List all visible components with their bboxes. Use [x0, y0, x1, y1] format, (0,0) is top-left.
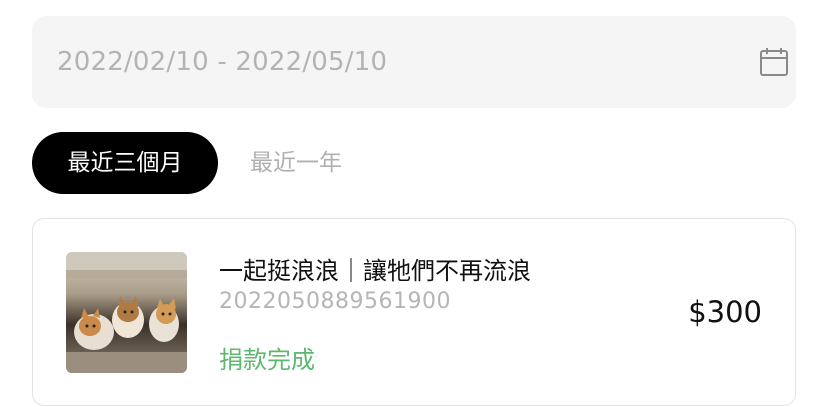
- donation-card[interactable]: 一起挺浪浪｜讓牠們不再流浪 2022050889561900 捐款完成 $300: [32, 218, 796, 406]
- calendar-icon[interactable]: [758, 46, 790, 78]
- tab-last-year[interactable]: 最近一年: [250, 132, 342, 194]
- tab-last-three-months[interactable]: 最近三個月: [32, 132, 218, 194]
- date-range-field[interactable]: 2022/02/10 - 2022/05/10: [32, 16, 796, 108]
- donation-amount: $300: [688, 295, 762, 329]
- date-range-text: 2022/02/10 - 2022/05/10: [57, 47, 388, 77]
- kittens-photo: [66, 252, 187, 373]
- donation-status: 捐款完成: [219, 346, 315, 374]
- donation-title: 一起挺浪浪｜讓牠們不再流浪: [219, 257, 531, 285]
- donation-order-id: 2022050889561900: [219, 289, 451, 314]
